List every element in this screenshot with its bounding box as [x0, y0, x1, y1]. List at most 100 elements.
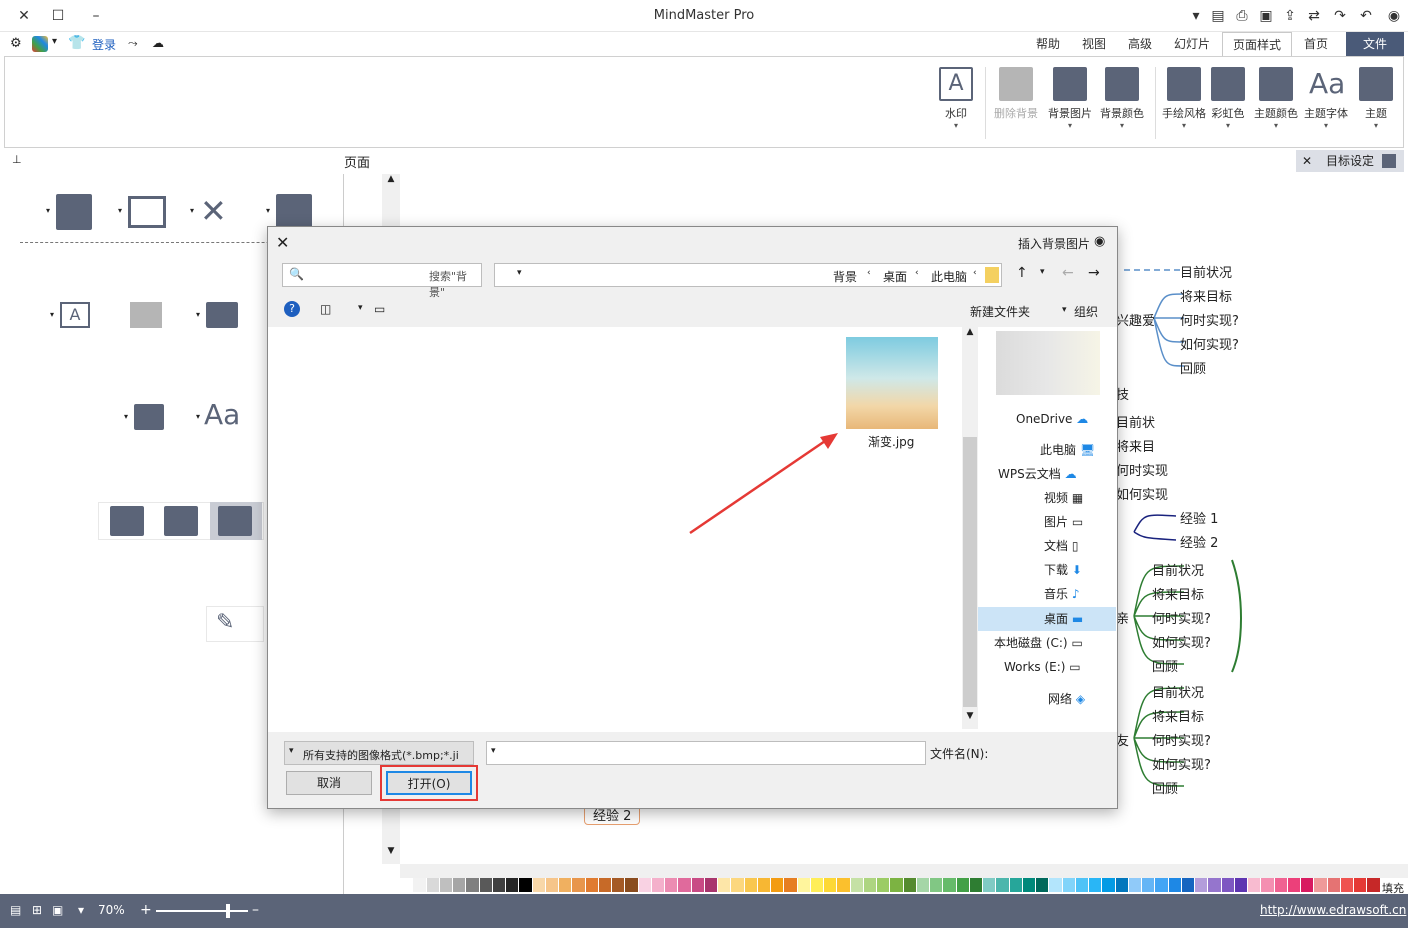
nav-pictures[interactable]: 图片 ▭: [1044, 510, 1083, 534]
tab-view[interactable]: 视图: [1072, 32, 1116, 56]
view-icon[interactable]: ▭: [374, 302, 385, 316]
nav-desktop[interactable]: 桌面 ▬: [1044, 607, 1083, 631]
color-swatch[interactable]: [1195, 878, 1209, 892]
color-swatch[interactable]: [665, 878, 679, 892]
hand-drawn-button[interactable]: 手绘风格 ▾: [1159, 65, 1209, 145]
minimize-icon[interactable]: –: [86, 6, 106, 26]
scroll-down-icon[interactable]: ▼: [382, 846, 400, 864]
cross-layout-icon[interactable]: ✕: [200, 192, 227, 230]
cancel-button[interactable]: 取消: [286, 771, 372, 795]
theme-color-button[interactable]: 主题颜色 ▾: [1251, 65, 1301, 145]
close-icon[interactable]: ✕: [14, 6, 34, 26]
color-swatch[interactable]: [916, 878, 930, 892]
customize-icon[interactable]: ▾: [1186, 6, 1206, 26]
organize-dropdown-icon[interactable]: ▾: [1062, 305, 1067, 315]
color-swatch[interactable]: [426, 878, 440, 892]
color-swatch[interactable]: [1049, 878, 1063, 892]
map-layout-icon[interactable]: [276, 194, 312, 230]
watermark-button[interactable]: A 水印 ▾: [931, 65, 981, 145]
color-swatch[interactable]: [956, 878, 970, 892]
file-list-scrollbar[interactable]: ▲ ▼: [962, 327, 978, 729]
hand-drawn-icon[interactable]: ✎: [216, 610, 234, 635]
color-swatch[interactable]: [718, 878, 732, 892]
rainbow-button[interactable]: 彩虹色 ▾: [1203, 65, 1253, 145]
export-icon[interactable]: ⇪: [1280, 6, 1300, 26]
view-dropdown-icon[interactable]: ▾: [358, 303, 363, 313]
mind-node[interactable]: 如何实现?: [1180, 334, 1239, 353]
color-swatch[interactable]: [1340, 878, 1354, 892]
color-swatch[interactable]: [612, 878, 626, 892]
color-swatch[interactable]: [784, 878, 798, 892]
back-icon[interactable]: →: [1088, 265, 1100, 281]
open-icon[interactable]: ▤: [1208, 6, 1228, 26]
color-swatch[interactable]: [598, 878, 612, 892]
color-swatch[interactable]: [731, 878, 745, 892]
chevron-down-icon[interactable]: ▾: [517, 268, 522, 278]
bg-image-button[interactable]: 背景图片 ▾: [1045, 65, 1095, 145]
page-icon[interactable]: ▤: [10, 903, 21, 917]
color-swatch[interactable]: [744, 878, 758, 892]
color-swatch[interactable]: [996, 878, 1010, 892]
app-switch-icon[interactable]: [32, 36, 48, 52]
settings-icon[interactable]: ⚙: [10, 36, 22, 51]
print-icon[interactable]: ⎙: [1232, 6, 1252, 26]
zoom-slider-thumb[interactable]: [226, 904, 230, 918]
color-swatch[interactable]: [691, 878, 705, 892]
color-swatch[interactable]: [1102, 878, 1116, 892]
color-swatch[interactable]: [532, 878, 546, 892]
color-swatch[interactable]: [890, 878, 904, 892]
color-swatch[interactable]: [1287, 878, 1301, 892]
zoom-slider[interactable]: [156, 910, 248, 912]
color-swatch[interactable]: [1261, 878, 1275, 892]
color-swatch[interactable]: [506, 878, 520, 892]
color-swatch[interactable]: [1089, 878, 1103, 892]
organize-button[interactable]: 组织: [1074, 303, 1098, 320]
file-name[interactable]: 渐变.jpg: [868, 433, 914, 450]
zoom-dropdown-icon[interactable]: ▾: [78, 903, 84, 917]
theme-button[interactable]: 主题 ▾: [1351, 65, 1401, 145]
nav-this-pc[interactable]: 此电脑 🖥: [1040, 438, 1095, 462]
color-swatch[interactable]: [466, 878, 480, 892]
scroll-up-icon[interactable]: ▲: [962, 327, 978, 337]
mind-node[interactable]: 回顾: [1152, 656, 1178, 675]
address-bar[interactable]: ▾ 背景 ‹ 桌面 ‹ 此电脑 ‹: [494, 263, 1002, 287]
mind-node[interactable]: 目前状况: [1180, 262, 1232, 281]
zoom-out-icon[interactable]: –: [252, 902, 259, 918]
forward-icon[interactable]: ←: [1062, 265, 1074, 281]
color-swatch[interactable]: [824, 878, 838, 892]
mind-node[interactable]: 何时实现?: [1152, 608, 1211, 627]
tab-page-style[interactable]: 页面样式: [1222, 32, 1293, 56]
color-swatch[interactable]: [1367, 878, 1381, 892]
nav-drive-c[interactable]: 本地磁盘 (C:) ▭: [994, 631, 1083, 655]
undo-icon[interactable]: ↶: [1356, 6, 1376, 26]
filename-input[interactable]: ▾: [486, 741, 926, 765]
color-swatch[interactable]: [492, 878, 506, 892]
mind-node[interactable]: 回顾: [1180, 358, 1206, 377]
tab-slides[interactable]: 幻灯片: [1164, 32, 1220, 56]
color-swatch[interactable]: [519, 878, 533, 892]
color-swatch[interactable]: [797, 878, 811, 892]
file-thumbnail[interactable]: [846, 337, 938, 429]
redo-icon[interactable]: ↷: [1330, 6, 1350, 26]
mind-node[interactable]: 兴趣爱: [1116, 310, 1155, 329]
color-swatch[interactable]: [1221, 878, 1235, 892]
color-swatch[interactable]: [863, 878, 877, 892]
rainbow-option-1[interactable]: [110, 506, 144, 536]
mind-node[interactable]: 将来目: [1116, 436, 1155, 455]
color-swatch[interactable]: [930, 878, 944, 892]
color-swatch[interactable]: [903, 878, 917, 892]
mind-node[interactable]: 经验 2: [1180, 532, 1218, 551]
color-swatch[interactable]: [1128, 878, 1142, 892]
mind-node[interactable]: 经验 1: [1180, 508, 1218, 527]
cloud-icon[interactable]: ☁: [152, 36, 164, 50]
outline-icon[interactable]: ⊞: [32, 903, 42, 917]
nav-drive-e[interactable]: Works (E:) ▭: [1004, 655, 1081, 679]
color-swatch[interactable]: [850, 878, 864, 892]
chevron-down-icon[interactable]: ▾: [491, 746, 496, 756]
color-swatch[interactable]: [1036, 878, 1050, 892]
mind-node[interactable]: 将来目标: [1152, 584, 1204, 603]
color-swatch[interactable]: [877, 878, 891, 892]
color-swatch[interactable]: [757, 878, 771, 892]
color-swatch[interactable]: [943, 878, 957, 892]
delete-bg-button[interactable]: 删除背景: [991, 65, 1041, 145]
